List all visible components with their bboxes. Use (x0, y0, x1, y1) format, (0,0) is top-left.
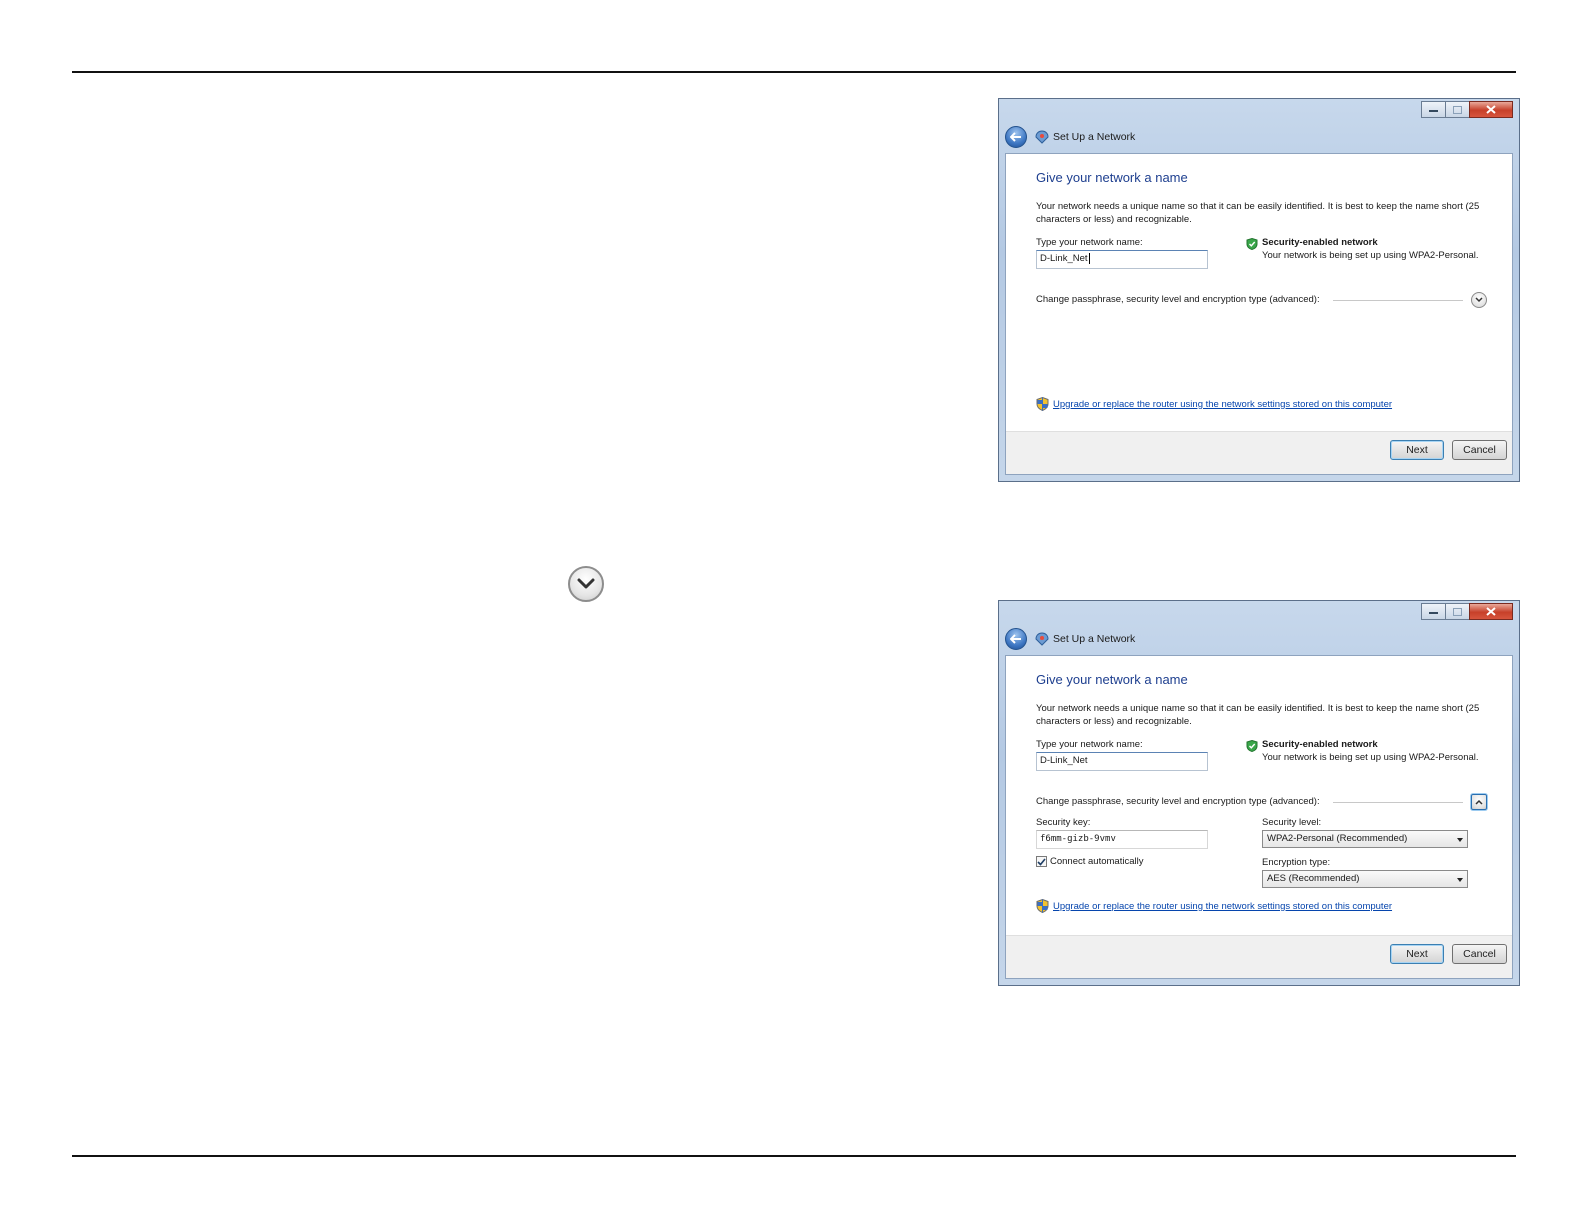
title-bar: Set Up a Network (1005, 123, 1513, 151)
encryption-type-value: AES (Recommended) (1267, 873, 1360, 884)
advanced-expand-toggle[interactable] (1471, 292, 1487, 308)
window-title: Set Up a Network (1053, 131, 1136, 143)
network-setup-icon (1035, 632, 1049, 646)
cancel-button[interactable]: Cancel (1452, 440, 1507, 460)
chevron-up-icon (1475, 799, 1483, 805)
advanced-collapse-toggle[interactable] (1471, 794, 1487, 810)
setup-network-window-expanded: Set Up a Network Give your network a nam… (998, 600, 1520, 986)
top-rule (72, 71, 1516, 73)
upgrade-router-row: Upgrade or replace the router using the … (1036, 397, 1392, 411)
connect-automatically-row: Connect automatically (1036, 856, 1143, 867)
back-button[interactable] (1005, 126, 1027, 148)
encryption-type-label: Encryption type: (1262, 857, 1331, 868)
security-level-label: Security level: (1262, 817, 1322, 828)
security-key-label: Security key: (1036, 817, 1091, 828)
security-level-select[interactable]: WPA2-Personal (Recommended) (1262, 830, 1468, 848)
connect-automatically-label: Connect automatically (1050, 856, 1144, 867)
network-name-value: D-Link_Net (1040, 755, 1088, 766)
security-status-title: Security-enabled network (1262, 739, 1378, 750)
dialog-footer: Next Cancel (1006, 431, 1512, 474)
connect-automatically-checkbox[interactable] (1036, 856, 1047, 867)
network-setup-icon (1035, 130, 1049, 144)
security-level-value: WPA2-Personal (Recommended) (1267, 833, 1408, 844)
security-key-value: f6mm-gizb-9vmv (1040, 834, 1116, 844)
checkmark-icon (1037, 857, 1046, 866)
next-button[interactable]: Next (1390, 944, 1444, 964)
expand-chevron-icon (568, 566, 604, 602)
minimize-button[interactable] (1421, 101, 1446, 118)
network-name-input[interactable]: D-Link_Net (1036, 752, 1208, 771)
back-arrow-icon (1010, 132, 1021, 142)
shield-check-icon (1246, 740, 1258, 752)
network-name-value: D-Link_Net (1040, 253, 1088, 264)
uac-shield-icon (1036, 397, 1049, 411)
advanced-divider (1333, 802, 1463, 803)
caption-buttons (1421, 603, 1513, 620)
caption-buttons (1421, 101, 1513, 118)
security-status-desc: Your network is being set up using WPA2-… (1262, 752, 1479, 763)
back-arrow-icon (1010, 634, 1021, 644)
upgrade-router-link[interactable]: Upgrade or replace the router using the … (1053, 399, 1392, 410)
setup-network-window-collapsed: Set Up a Network Give your network a nam… (998, 98, 1520, 482)
dialog-footer: Next Cancel (1006, 935, 1512, 978)
dialog-heading: Give your network a name (1036, 672, 1188, 687)
dialog-content: Give your network a name Your network ne… (1005, 655, 1513, 979)
advanced-settings-label: Change passphrase, security level and en… (1036, 294, 1320, 305)
title-bar: Set Up a Network (1005, 625, 1513, 653)
bottom-rule (72, 1155, 1516, 1157)
upgrade-router-row: Upgrade or replace the router using the … (1036, 899, 1392, 913)
network-name-input[interactable]: D-Link_Net (1036, 250, 1208, 269)
cancel-button[interactable]: Cancel (1452, 944, 1507, 964)
maximize-button[interactable] (1445, 603, 1470, 620)
uac-shield-icon (1036, 899, 1049, 913)
dialog-content: Give your network a name Your network ne… (1005, 153, 1513, 475)
network-name-label: Type your network name: (1036, 739, 1143, 750)
chevron-down-icon (1475, 297, 1483, 303)
dropdown-arrow-icon (1457, 838, 1463, 842)
network-name-label: Type your network name: (1036, 237, 1143, 248)
maximize-button[interactable] (1445, 101, 1470, 118)
security-status-desc: Your network is being set up using WPA2-… (1262, 250, 1479, 261)
minimize-button[interactable] (1421, 603, 1446, 620)
dialog-description: Your network needs a unique name so that… (1036, 201, 1480, 225)
advanced-settings-label: Change passphrase, security level and en… (1036, 796, 1320, 807)
encryption-type-select[interactable]: AES (Recommended) (1262, 870, 1468, 888)
window-title: Set Up a Network (1053, 633, 1136, 645)
dialog-heading: Give your network a name (1036, 170, 1188, 185)
dropdown-arrow-icon (1457, 878, 1463, 882)
close-button[interactable] (1469, 101, 1513, 118)
advanced-divider (1333, 300, 1463, 301)
security-status-title: Security-enabled network (1262, 237, 1378, 248)
dialog-description: Your network needs a unique name so that… (1036, 703, 1480, 727)
next-button[interactable]: Next (1390, 440, 1444, 460)
back-button[interactable] (1005, 628, 1027, 650)
shield-check-icon (1246, 238, 1258, 250)
upgrade-router-link[interactable]: Upgrade or replace the router using the … (1053, 901, 1392, 912)
close-button[interactable] (1469, 603, 1513, 620)
security-key-input[interactable]: f6mm-gizb-9vmv (1036, 830, 1208, 849)
